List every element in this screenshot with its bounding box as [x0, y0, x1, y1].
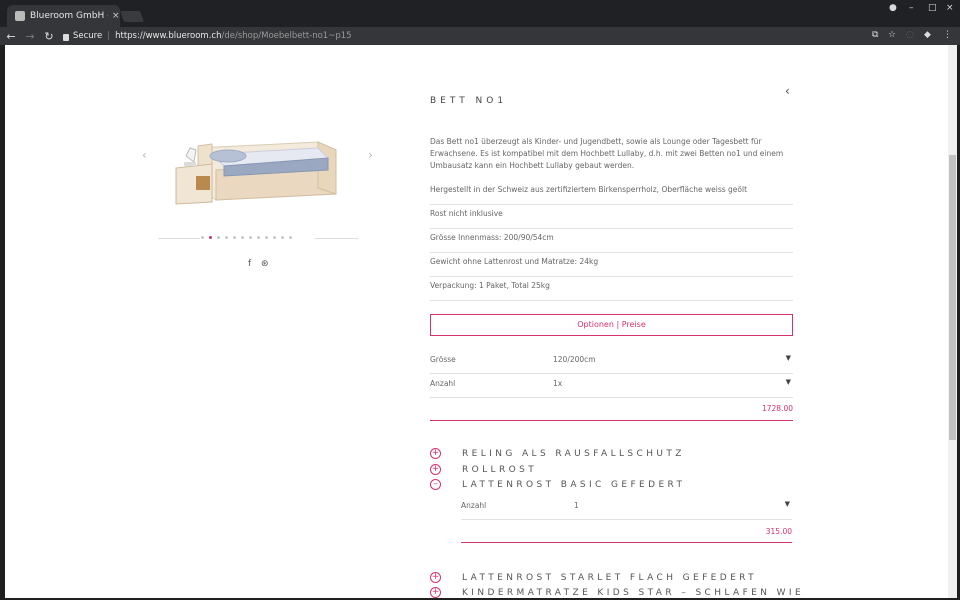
- profile-icon[interactable]: ●: [889, 3, 897, 13]
- carousel-dots: [201, 236, 292, 239]
- facebook-icon[interactable]: f: [248, 259, 251, 269]
- product-title: BETT NO1: [430, 96, 508, 106]
- lattenrost-quantity-value[interactable]: 1: [574, 501, 579, 510]
- secure-label: Secure: [73, 31, 103, 41]
- address-bar-row: ← → ↻ Secure | https://www.blueroom.ch /…: [0, 27, 960, 45]
- dots-line-left: [158, 238, 200, 239]
- caret-down-icon[interactable]: ▼: [785, 500, 790, 508]
- browser-tabstrip: Blueroom GmbH - E × ● – □ ×: [0, 0, 960, 27]
- spec-text: Gewicht ohne Lattenrost und Matratze: 24…: [430, 257, 599, 266]
- accessory-lattenrost-basic[interactable]: – LATTENROST BASIC GEFEDERT: [430, 479, 685, 490]
- maximize-icon[interactable]: □: [928, 3, 937, 13]
- spec-text: Verpackung: 1 Paket, Total 25kg: [430, 281, 550, 290]
- plus-circle-icon[interactable]: +: [430, 572, 441, 583]
- accessory-label: ROLLROST: [462, 464, 538, 475]
- accessory-label: KINDERMATRATZE KIDS STAR – SCHLAFEN WIE: [462, 587, 805, 598]
- accessory-reling[interactable]: + RELING ALS RAUSFALLSCHUTZ: [430, 448, 685, 459]
- new-tab-button[interactable]: [119, 11, 145, 22]
- url-host: https://www.blueroom.ch: [115, 31, 222, 41]
- menu-dots-icon[interactable]: ⋮: [943, 30, 952, 40]
- lattenrost-quantity-label: Anzahl: [461, 501, 487, 510]
- spec-row: Gewicht ohne Lattenrost und Matratze: 24…: [430, 253, 793, 277]
- plus-circle-icon[interactable]: +: [430, 464, 441, 475]
- carousel-next-icon[interactable]: ›: [368, 148, 373, 162]
- spec-text: Rost nicht inklusive: [430, 209, 503, 218]
- accessory-kindermatratze[interactable]: + KINDERMATRATZE KIDS STAR – SCHLAFEN WI…: [430, 587, 804, 598]
- plus-circle-icon[interactable]: +: [430, 587, 441, 598]
- pinterest-icon[interactable]: ⊛: [261, 259, 269, 269]
- accessory-rollrost[interactable]: + ROLLROST: [430, 464, 537, 475]
- tab-close-icon[interactable]: ×: [112, 11, 120, 21]
- size-select-row[interactable]: Grösse 120/200cm ▼: [430, 350, 793, 374]
- carousel-dot[interactable]: [225, 236, 228, 239]
- favicon-icon: [15, 11, 25, 21]
- spec-row: Grösse Innenmass: 200/90/54cm: [430, 229, 793, 253]
- url-path: /de/shop/Moebelbett-no1~p15: [221, 31, 352, 41]
- reload-icon[interactable]: ↻: [41, 30, 57, 43]
- product-description: Das Bett no1 überzeugt als Kinder- und J…: [430, 137, 784, 170]
- minus-circle-icon[interactable]: –: [430, 479, 441, 490]
- url-field[interactable]: Secure | https://www.blueroom.ch /de/sho…: [63, 31, 352, 41]
- back-icon[interactable]: ←: [3, 30, 19, 43]
- accessory-label: LATTENROST STARLET FLACH GEFEDERT: [462, 572, 758, 583]
- lattenrost-quantity-row[interactable]: Anzahl 1 ▼: [461, 496, 792, 520]
- price-underline: [430, 420, 793, 421]
- carousel-dot[interactable]: [249, 236, 252, 239]
- spec-text: Grösse Innenmass: 200/90/54cm: [430, 233, 554, 242]
- spec-text: Hergestellt in der Schweiz aus zertifizi…: [430, 185, 748, 194]
- carousel-dot[interactable]: [273, 236, 276, 239]
- back-chevron-icon[interactable]: ‹: [785, 84, 790, 98]
- plus-circle-icon[interactable]: +: [430, 448, 441, 459]
- product-image: [175, 141, 337, 205]
- carousel-dot-active[interactable]: [209, 236, 212, 239]
- carousel-dot[interactable]: [289, 236, 292, 239]
- lattenrost-price-underline: [461, 542, 792, 543]
- carousel-dot[interactable]: [241, 236, 244, 239]
- quantity-label: Anzahl: [430, 379, 456, 388]
- close-window-icon[interactable]: ×: [946, 3, 954, 13]
- carousel-prev-icon[interactable]: ‹: [142, 148, 147, 162]
- carousel-dot[interactable]: [233, 236, 236, 239]
- size-value[interactable]: 120/200cm: [553, 355, 596, 364]
- forward-icon[interactable]: →: [22, 30, 38, 43]
- bookmark-star-icon[interactable]: ☆: [888, 30, 896, 40]
- quantity-select-row[interactable]: Anzahl 1x ▼: [430, 374, 793, 398]
- url-separator: |: [107, 31, 111, 41]
- lock-icon: [63, 33, 69, 41]
- spec-row: Rost nicht inklusive: [430, 205, 793, 229]
- tab-title: Blueroom GmbH - E: [30, 11, 108, 21]
- accessory-label: RELING ALS RAUSFALLSCHUTZ: [462, 448, 685, 459]
- carousel-dot[interactable]: [257, 236, 260, 239]
- spec-row: Verpackung: 1 Paket, Total 25kg: [430, 277, 793, 301]
- translate-icon[interactable]: ⧉: [872, 30, 878, 40]
- spec-row: Hergestellt in der Schweiz aus zertifizi…: [430, 181, 793, 205]
- size-label: Grösse: [430, 355, 456, 364]
- carousel-dot[interactable]: [217, 236, 220, 239]
- extension-icon[interactable]: ◌: [906, 30, 914, 40]
- caret-down-icon[interactable]: ▼: [786, 378, 791, 386]
- carousel-dot[interactable]: [265, 236, 268, 239]
- caret-down-icon[interactable]: ▼: [786, 354, 791, 362]
- carousel-dot[interactable]: [201, 236, 204, 239]
- lattenrost-price: 315.00: [765, 527, 792, 536]
- dots-line-right: [315, 238, 358, 239]
- product-price: 1728.00: [761, 404, 793, 413]
- accessory-lattenrost-starlet[interactable]: + LATTENROST STARLET FLACH GEFEDERT: [430, 572, 757, 583]
- scrollbar-thumb[interactable]: [949, 155, 956, 440]
- options-prices-button[interactable]: Optionen | Preise: [430, 314, 793, 336]
- minimize-icon[interactable]: –: [909, 3, 914, 13]
- page-scrollbar[interactable]: [948, 45, 957, 598]
- carousel-dot[interactable]: [281, 236, 284, 239]
- quantity-value[interactable]: 1x: [553, 379, 562, 388]
- browser-tab[interactable]: Blueroom GmbH - E ×: [7, 5, 120, 27]
- extension-dark-icon[interactable]: ◆: [924, 30, 931, 40]
- accessory-label: LATTENROST BASIC GEFEDERT: [462, 479, 686, 490]
